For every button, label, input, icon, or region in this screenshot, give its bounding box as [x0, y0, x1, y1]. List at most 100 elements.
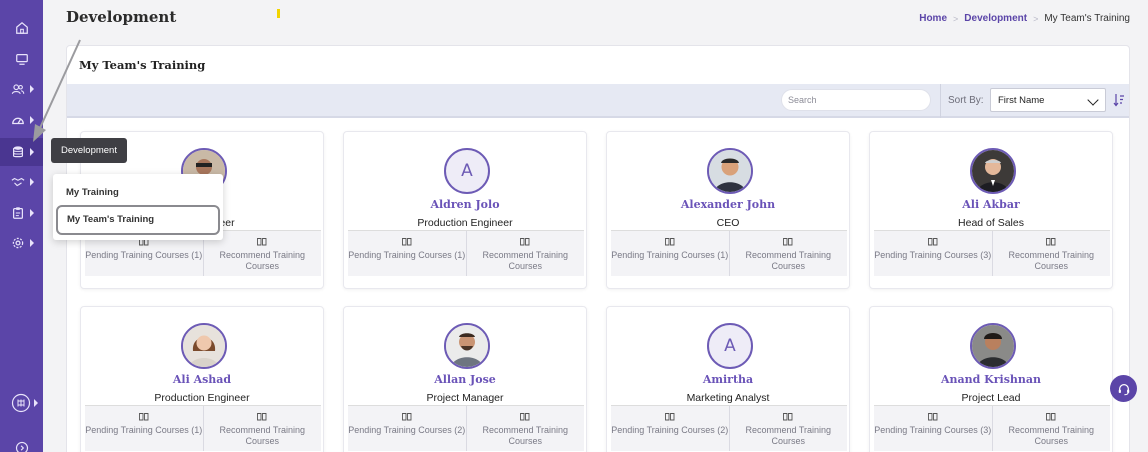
pending-training-stat[interactable]: Pending Training Courses (1): [348, 231, 466, 276]
book-icon: [611, 412, 729, 422]
handshake-icon: [11, 177, 25, 187]
team-member-card[interactable]: Alexander John CEO Pending Training Cour…: [606, 131, 850, 289]
sort-ascending-icon[interactable]: [1113, 93, 1125, 107]
recommend-training-label: Recommend Training Courses: [219, 425, 306, 446]
member-name: Allan Jose: [434, 373, 496, 386]
member-name: Amirtha: [702, 373, 754, 386]
recommend-training-stat[interactable]: Recommend Training Courses: [991, 231, 1111, 276]
recommend-training-stat[interactable]: Recommend Training Courses: [465, 406, 585, 451]
recommend-training-stat[interactable]: Recommend Training Courses: [202, 406, 322, 451]
book-icon: [874, 237, 992, 247]
book-icon: [874, 412, 992, 422]
chevron-down-icon: [1087, 94, 1099, 106]
member-name: Anand Krishnan: [940, 373, 1042, 386]
caret-right-icon: [30, 209, 34, 217]
pending-training-label: Pending Training Courses (1): [348, 250, 466, 260]
breadcrumb-home[interactable]: Home: [919, 13, 947, 24]
pending-training-label: Pending Training Courses (1): [85, 250, 203, 260]
pending-training-stat[interactable]: Pending Training Courses (3): [874, 406, 992, 451]
headset-icon: [1118, 383, 1129, 395]
recommend-training-stat[interactable]: Recommend Training Courses: [465, 231, 585, 276]
member-role: CEO: [716, 217, 740, 229]
sidebar-item-tasks[interactable]: [0, 199, 43, 227]
clipboard-icon: [13, 207, 23, 219]
member-role: Head of Sales: [958, 217, 1024, 229]
pending-training-label: Pending Training Courses (3): [874, 250, 992, 260]
member-name: Ali Ashad: [172, 373, 232, 386]
member-role: Project Manager: [426, 392, 504, 404]
sidebar-item-settings[interactable]: [0, 229, 43, 257]
pending-training-stat[interactable]: Pending Training Courses (1): [85, 406, 203, 451]
book-icon: [204, 412, 322, 422]
search-input[interactable]: Search: [781, 89, 931, 111]
avatar: [970, 323, 1016, 369]
filter-bar: Search Sort By: First Name: [67, 84, 1129, 118]
recommend-training-label: Recommend Training Courses: [1008, 250, 1095, 271]
team-member-card[interactable]: Ali Ashad Production Engineer Pending Tr…: [80, 306, 324, 452]
recommend-training-label: Recommend Training Courses: [482, 425, 569, 446]
development-submenu: My Training My Team's Training: [53, 174, 223, 240]
gear-icon: [12, 237, 24, 249]
avatar: [181, 323, 227, 369]
pending-training-stat[interactable]: Pending Training Courses (1): [611, 231, 729, 276]
cursor-mark: [277, 9, 280, 18]
breadcrumb-current: My Team's Training: [1044, 13, 1130, 24]
book-icon: [467, 237, 585, 247]
recommend-training-label: Recommend Training Courses: [219, 250, 306, 271]
member-role: Marketing Analyst: [686, 392, 770, 404]
member-role: Production Engineer: [417, 217, 513, 229]
team-member-card[interactable]: Allan Jose Project Manager Pending Train…: [343, 306, 587, 452]
pending-training-stat[interactable]: Pending Training Courses (2): [348, 406, 466, 451]
submenu-item-my-training[interactable]: My Training: [66, 187, 119, 198]
pending-training-label: Pending Training Courses (1): [85, 425, 203, 435]
training-stats: Pending Training Courses (2) Recommend T…: [611, 405, 847, 451]
breadcrumb: Home > Development > My Team's Training: [919, 13, 1130, 24]
recommend-training-label: Recommend Training Courses: [745, 250, 832, 271]
person-photo-icon: [972, 325, 1014, 367]
avatar: [707, 148, 753, 194]
training-stats: Pending Training Courses (1) Recommend T…: [611, 230, 847, 276]
sidebar-expand-button[interactable]: [0, 434, 43, 452]
recommend-training-stat[interactable]: Recommend Training Courses: [991, 406, 1111, 451]
pending-training-stat[interactable]: Pending Training Courses (3): [874, 231, 992, 276]
expand-icon: [15, 441, 28, 452]
recommend-training-label: Recommend Training Courses: [1008, 425, 1095, 446]
annotation-arrow: [33, 39, 81, 142]
member-name: Ali Akbar: [962, 198, 1020, 211]
book-icon: [348, 412, 466, 422]
team-member-card[interactable]: A Aldren Jolo Production Engineer Pendin…: [343, 131, 587, 289]
team-member-card[interactable]: A Amirtha Marketing Analyst Pending Trai…: [606, 306, 850, 452]
recommend-training-stat[interactable]: Recommend Training Courses: [728, 231, 848, 276]
sidebar-item-apps[interactable]: [0, 389, 43, 417]
avatar: [970, 148, 1016, 194]
team-member-card[interactable]: Ali Akbar Head of Sales Pending Training…: [869, 131, 1113, 289]
avatar: A: [707, 323, 753, 369]
pending-training-label: Pending Training Courses (2): [348, 425, 466, 435]
filter-divider: [940, 84, 941, 118]
book-icon: [993, 237, 1111, 247]
book-icon: [993, 412, 1111, 422]
breadcrumb-development[interactable]: Development: [964, 13, 1027, 24]
member-name: Aldren Jolo: [430, 198, 500, 211]
sort-select[interactable]: First Name: [990, 88, 1106, 112]
recommend-training-label: Recommend Training Courses: [482, 250, 569, 271]
avatar-initial: A: [724, 336, 736, 356]
support-chat-button[interactable]: [1110, 375, 1137, 402]
person-photo-icon: [709, 150, 751, 192]
training-stats: Pending Training Courses (3) Recommend T…: [874, 405, 1110, 451]
pending-training-label: Pending Training Courses (1): [611, 250, 729, 260]
avatar: A: [444, 148, 490, 194]
avatar: [444, 323, 490, 369]
submenu-item-my-teams-training[interactable]: My Team's Training: [56, 205, 220, 235]
team-member-card[interactable]: Anand Krishnan Project Lead Pending Trai…: [869, 306, 1113, 452]
book-icon: [85, 412, 203, 422]
breadcrumb-separator-icon: >: [953, 13, 959, 24]
caret-right-icon: [30, 178, 34, 186]
grid-icon: [11, 393, 31, 413]
recommend-training-stat[interactable]: Recommend Training Courses: [728, 406, 848, 451]
sidebar-item-engagement[interactable]: [0, 168, 43, 196]
caret-right-icon: [30, 239, 34, 247]
person-photo-icon: [183, 325, 225, 367]
training-stats: Pending Training Courses (2) Recommend T…: [348, 405, 584, 451]
pending-training-stat[interactable]: Pending Training Courses (2): [611, 406, 729, 451]
